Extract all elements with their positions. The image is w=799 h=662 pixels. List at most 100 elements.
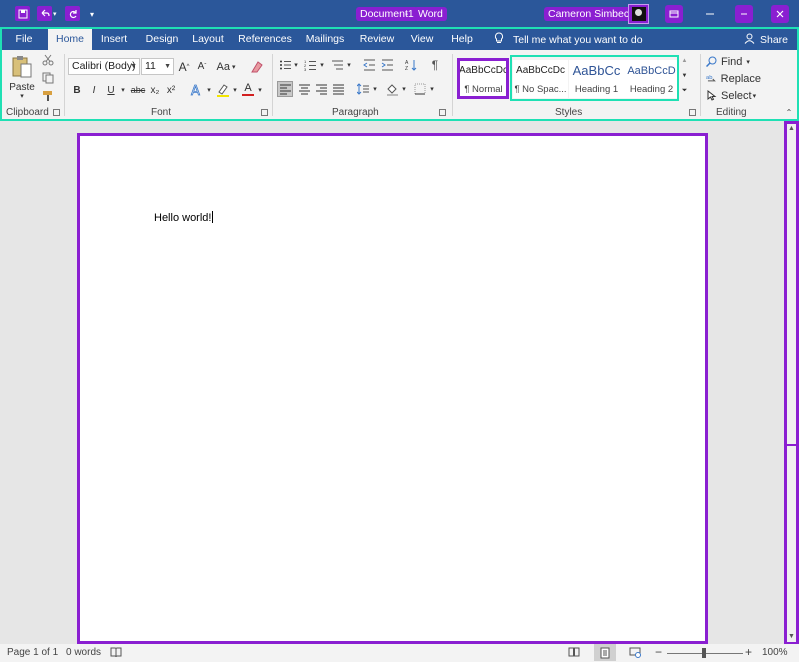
maximize-icon[interactable] <box>735 5 753 23</box>
tab-layout[interactable]: Layout <box>188 29 228 50</box>
font-family-select[interactable]: Calibri (Body) ▼ <box>68 58 140 75</box>
zoom-level[interactable]: 100% <box>762 647 788 658</box>
decrease-indent-icon[interactable] <box>362 58 376 72</box>
superscript-button[interactable]: x² <box>164 82 178 98</box>
font-color-dropdown-icon[interactable]: ▾ <box>256 82 264 98</box>
style-heading-2[interactable]: AaBbCcD Heading 2 <box>624 60 679 98</box>
styles-scroll-up-icon[interactable]: ▲ <box>680 55 689 67</box>
highlight-dropdown-icon[interactable]: ▾ <box>231 82 239 98</box>
document-body[interactable]: Hello world! <box>154 211 214 224</box>
font-size-select[interactable]: 11 ▼ <box>141 58 174 75</box>
paste-dropdown-icon[interactable]: ▾ <box>18 92 26 100</box>
subscript-button[interactable]: x₂ <box>148 82 162 98</box>
avatar[interactable] <box>628 4 649 24</box>
multilevel-list-icon[interactable] <box>330 58 344 72</box>
customize-qat-icon[interactable]: ▾ <box>90 6 94 22</box>
word-count[interactable]: 0 words <box>66 647 101 658</box>
underline-button[interactable]: U <box>104 82 118 98</box>
collapse-ribbon-icon[interactable]: ⌃ <box>784 108 794 117</box>
clear-formatting-icon[interactable] <box>248 58 264 75</box>
styles-more-icon[interactable]: ⏷ <box>680 85 689 97</box>
multilevel-dropdown-icon[interactable]: ▾ <box>345 58 353 72</box>
style-no-spacing[interactable]: AaBbCcDc ¶ No Spac... <box>513 60 568 98</box>
bold-button[interactable]: B <box>70 82 84 98</box>
zoom-out-button[interactable]: − <box>655 645 662 659</box>
tab-review[interactable]: Review <box>358 29 396 50</box>
page-count[interactable]: Page 1 of 1 <box>7 647 58 658</box>
paragraph-launcher-icon[interactable] <box>439 109 446 116</box>
print-layout-icon[interactable] <box>594 644 616 661</box>
close-icon[interactable] <box>771 5 789 23</box>
find-button[interactable]: Find ▾ <box>706 54 761 69</box>
bullets-dropdown-icon[interactable]: ▾ <box>292 58 300 72</box>
web-layout-icon[interactable] <box>629 646 641 661</box>
tab-home[interactable]: Home <box>48 29 92 50</box>
save-icon[interactable] <box>15 6 30 21</box>
cut-icon[interactable] <box>41 53 55 67</box>
copy-icon[interactable] <box>41 71 55 85</box>
proofing-icon[interactable] <box>110 646 122 661</box>
borders-icon[interactable] <box>412 81 428 97</box>
shrink-font-icon[interactable]: Aˇ <box>195 58 209 75</box>
tell-me-search[interactable]: Tell me what you want to do <box>494 29 643 50</box>
read-mode-icon[interactable] <box>568 646 580 661</box>
tab-design[interactable]: Design <box>141 29 183 50</box>
grow-font-icon[interactable]: A ^ <box>177 58 191 75</box>
scrollbar-thumb[interactable] <box>787 444 796 446</box>
change-case-button[interactable]: Aa ▾ <box>214 58 238 75</box>
scroll-up-icon[interactable]: ▲ <box>787 124 796 134</box>
replace-button[interactable]: ab Replace <box>706 71 761 86</box>
select-button[interactable]: Select ▾ <box>706 88 761 103</box>
styles-launcher-icon[interactable] <box>689 109 696 116</box>
ribbon-display-options-icon[interactable] <box>665 5 683 23</box>
shading-dropdown-icon[interactable]: ▾ <box>400 81 408 97</box>
tab-help[interactable]: Help <box>446 29 478 50</box>
align-center-icon[interactable] <box>296 81 312 97</box>
sort-icon[interactable]: AZ <box>404 58 418 72</box>
justify-icon[interactable] <box>330 81 346 97</box>
font-color-button[interactable]: A <box>241 80 255 98</box>
tab-view[interactable]: View <box>406 29 438 50</box>
shading-icon[interactable] <box>384 81 400 97</box>
user-name[interactable]: Cameron Simbeck <box>544 7 639 21</box>
line-spacing-icon[interactable] <box>355 81 371 97</box>
zoom-in-button[interactable]: + <box>745 645 752 659</box>
strikethrough-button[interactable]: abc <box>130 82 146 98</box>
styles-scroll-down-icon[interactable]: ▼ <box>680 70 689 82</box>
font-launcher-icon[interactable] <box>261 109 268 116</box>
line-spacing-dropdown-icon[interactable]: ▾ <box>371 81 379 97</box>
numbering-dropdown-icon[interactable]: ▾ <box>318 58 326 72</box>
italic-button[interactable]: I <box>87 82 101 98</box>
share-button[interactable]: Share <box>744 29 788 50</box>
paste-icon[interactable] <box>10 55 34 79</box>
numbering-icon[interactable]: 123 <box>303 58 317 72</box>
tab-references[interactable]: References <box>237 29 293 50</box>
undo-dropdown-icon[interactable]: ▾ <box>53 6 57 22</box>
underline-dropdown-icon[interactable]: ▾ <box>119 82 127 98</box>
redo-icon[interactable] <box>65 6 80 21</box>
tab-file[interactable]: File <box>2 29 46 50</box>
highlight-icon[interactable] <box>215 82 231 98</box>
vertical-scrollbar[interactable]: ▲ ▼ <box>784 121 799 645</box>
undo-icon[interactable] <box>37 6 52 21</box>
minimize-icon[interactable] <box>701 5 719 23</box>
zoom-slider-thumb[interactable] <box>702 648 706 658</box>
align-left-icon[interactable] <box>277 81 293 97</box>
style-heading-1[interactable]: AaBbCc Heading 1 <box>569 60 624 98</box>
increase-indent-icon[interactable] <box>380 58 394 72</box>
svg-text:3: 3 <box>304 67 307 71</box>
tab-insert[interactable]: Insert <box>94 29 134 50</box>
show-formatting-marks-icon[interactable]: ¶ <box>428 58 442 72</box>
document-text[interactable]: Hello world! <box>154 212 211 224</box>
document-page[interactable]: Hello world! <box>77 133 708 644</box>
align-right-icon[interactable] <box>313 81 329 97</box>
style-normal[interactable]: AaBbCcDc ¶ Normal <box>459 60 508 98</box>
bullets-icon[interactable] <box>278 58 292 72</box>
scroll-down-icon[interactable]: ▼ <box>787 632 796 642</box>
borders-dropdown-icon[interactable]: ▾ <box>428 81 436 97</box>
clipboard-launcher-icon[interactable] <box>53 109 60 116</box>
tab-mailings[interactable]: Mailings <box>302 29 348 50</box>
format-painter-icon[interactable] <box>41 89 55 103</box>
text-effects-dropdown-icon[interactable]: ▾ <box>205 82 213 98</box>
text-effects-icon[interactable]: A <box>188 82 204 98</box>
